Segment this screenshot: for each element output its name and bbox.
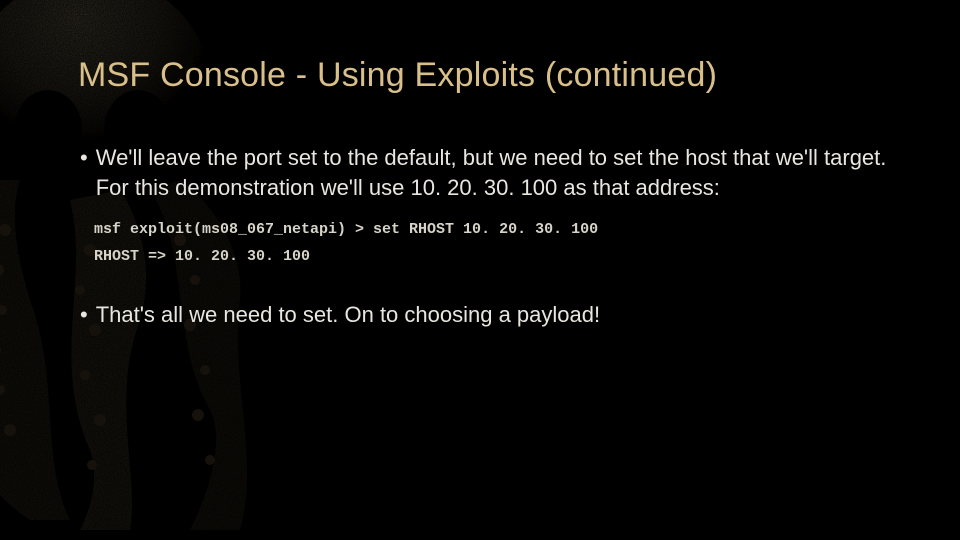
bullet-text: That's all we need to set. On to choosin…	[96, 300, 900, 330]
bullet-item: • We'll leave the port set to the defaul…	[78, 143, 900, 202]
code-line: RHOST => 10. 20. 30. 100	[94, 243, 900, 270]
bullet-item: • That's all we need to set. On to choos…	[78, 300, 900, 330]
code-line: msf exploit(ms08_067_netapi) > set RHOST…	[94, 216, 900, 243]
bullet-dot-icon: •	[78, 300, 96, 330]
slide-content: MSF Console - Using Exploits (continued)…	[0, 0, 960, 330]
bullet-dot-icon: •	[78, 143, 96, 202]
bullet-text: We'll leave the port set to the default,…	[96, 143, 900, 202]
slide-title: MSF Console - Using Exploits (continued)	[78, 56, 900, 95]
code-block: msf exploit(ms08_067_netapi) > set RHOST…	[94, 216, 900, 270]
